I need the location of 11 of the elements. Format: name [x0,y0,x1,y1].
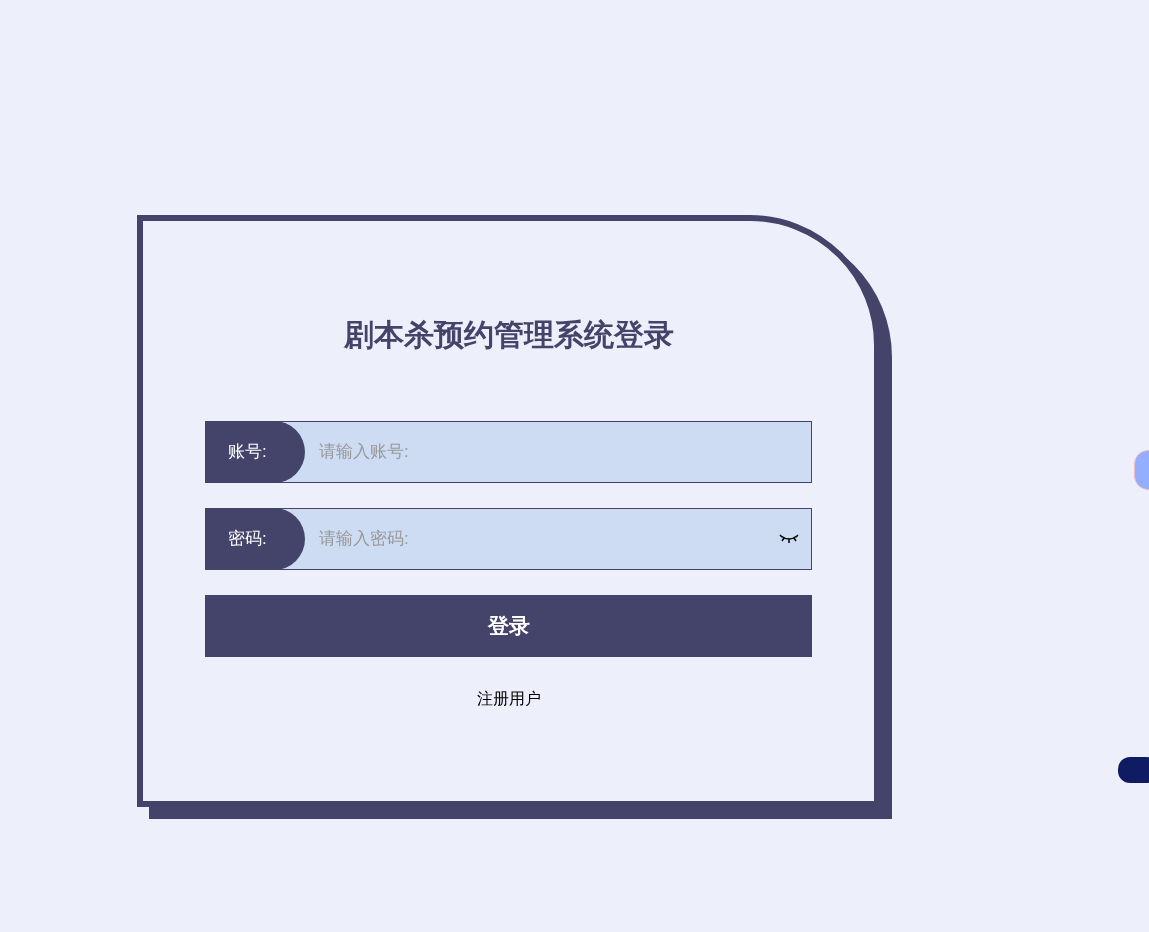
input-field[interactable]: 请输入账号: [305,439,811,465]
login-field[interactable]: 密码: 请输入密码: [205,508,812,570]
login-field[interactable]: 账号: 请输入账号: [205,421,812,483]
field-label: 密码: [205,508,305,570]
login-button[interactable]: 登录 [205,595,812,657]
input-field[interactable]: 请输入密码: [305,526,779,552]
field-label: 账号: [205,421,305,483]
register-link[interactable]: 注册用户 [476,687,541,711]
floating-tab[interactable] [1118,757,1149,783]
closed-eye-icon[interactable] [779,534,799,544]
page-title: 剧本杀预约管理系统登录 [343,317,674,353]
